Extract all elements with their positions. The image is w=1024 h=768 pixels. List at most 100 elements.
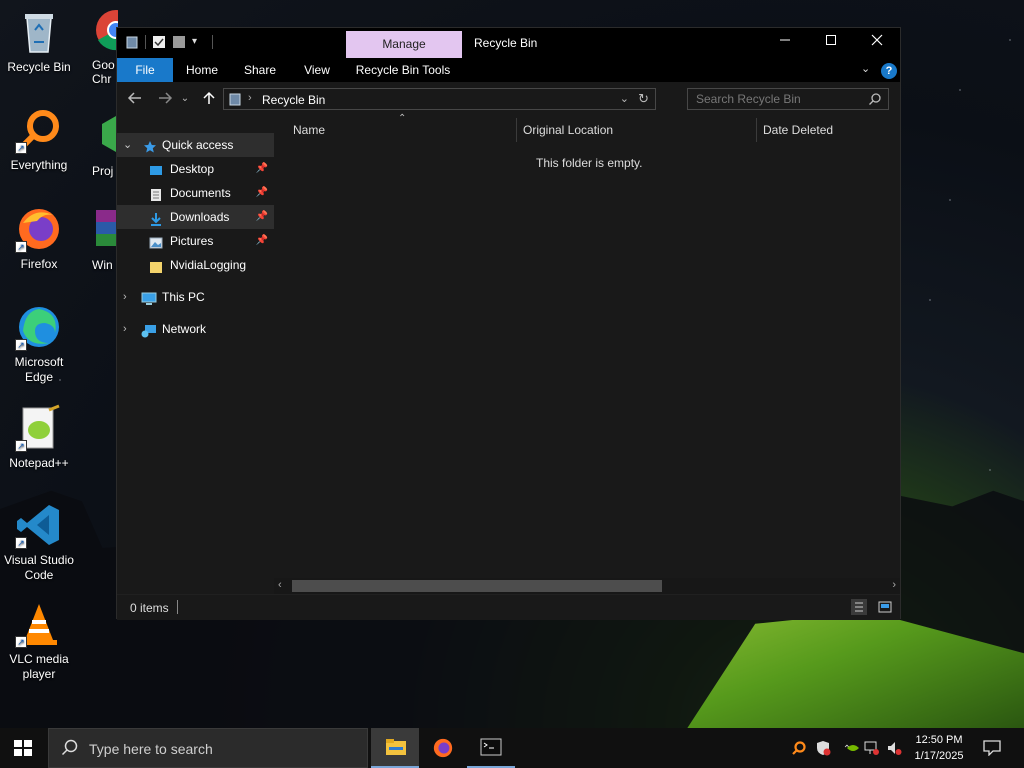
tray-nvidia-icon[interactable] <box>845 740 861 756</box>
desktop-icon-recycle-bin[interactable]: Recycle Bin <box>1 8 77 75</box>
taskbar-app-file-explorer[interactable] <box>371 728 419 768</box>
tab-manage[interactable]: Manage <box>346 31 462 58</box>
chevron-down-icon: ⌄ <box>180 93 190 104</box>
file-list: ⌃ Name Original Location Date Deleted Th… <box>274 113 900 594</box>
customize-qat-icon[interactable]: ▾ <box>192 35 206 49</box>
tab-file[interactable]: File <box>117 58 173 82</box>
status-separator <box>177 600 178 614</box>
chevron-right-icon[interactable]: › <box>123 285 127 309</box>
desktop-icon-notepadpp[interactable]: ↗ Notepad++ <box>1 404 77 471</box>
search-input[interactable] <box>688 89 864 109</box>
item-count: 0 items <box>130 601 169 615</box>
expand-ribbon-icon[interactable]: ⌄ <box>861 62 870 75</box>
help-icon[interactable]: ? <box>881 63 897 79</box>
documents-folder-icon <box>149 186 163 201</box>
scroll-right-icon[interactable]: › <box>892 579 896 591</box>
chevron-right-icon[interactable]: › <box>123 317 127 341</box>
minimize-button[interactable] <box>762 28 808 58</box>
back-button[interactable] <box>125 90 145 108</box>
up-arrow-icon <box>203 91 215 104</box>
desktop-icon-everything[interactable]: ↗ Everything <box>1 106 77 173</box>
nav-pictures[interactable]: Pictures 📌 <box>117 229 274 253</box>
pin-icon: 📌 <box>255 163 268 174</box>
start-button[interactable] <box>14 740 32 759</box>
column-header-original-location[interactable]: Original Location <box>523 116 753 144</box>
new-folder-icon[interactable] <box>172 35 186 49</box>
tab-share[interactable]: Share <box>237 58 283 82</box>
tray-volume-icon[interactable] <box>886 740 902 756</box>
scrollbar-thumb[interactable] <box>292 580 662 592</box>
quick-access-toolbar: ▾ <box>125 35 213 49</box>
nav-desktop[interactable]: Desktop 📌 <box>117 157 274 181</box>
title-bar[interactable]: ▾ Manage Recycle Bin <box>117 28 900 58</box>
desktop-icon-chrome[interactable]: Goo Chr <box>78 6 118 86</box>
shortcut-arrow-icon: ↗ <box>15 339 27 351</box>
taskbar-clock[interactable]: 12:50 PM 1/17/2025 <box>903 732 975 764</box>
tray-security-icon[interactable] <box>815 740 831 756</box>
details-view-button[interactable] <box>851 599 867 615</box>
action-center-icon[interactable] <box>983 740 1001 757</box>
shortcut-arrow-icon: ↗ <box>15 537 27 549</box>
tab-view[interactable]: View <box>295 58 339 82</box>
up-button[interactable] <box>199 90 219 108</box>
desktop-icon-edge[interactable]: ↗ Microsoft Edge <box>1 303 77 385</box>
desktop-folder-icon <box>149 162 163 176</box>
nav-quick-access[interactable]: ⌄ Quick access <box>117 133 274 157</box>
large-icons-view-button[interactable] <box>877 599 893 615</box>
vscode-icon: ↗ <box>15 501 63 549</box>
nav-this-pc[interactable]: › This PC <box>117 285 274 309</box>
taskbar-search[interactable]: Type here to search <box>48 728 368 768</box>
refresh-icon[interactable]: ↻ <box>638 91 649 107</box>
downloads-folder-icon <box>149 210 163 226</box>
tab-home[interactable]: Home <box>179 58 225 82</box>
window-title: Recycle Bin <box>474 36 538 50</box>
explorer-window: ▾ Manage Recycle Bin File Home Share Vie… <box>116 27 901 620</box>
search-icon <box>61 739 79 760</box>
nav-documents[interactable]: Documents 📌 <box>117 181 274 205</box>
nav-downloads[interactable]: Downloads 📌 <box>117 205 274 229</box>
properties-icon[interactable] <box>152 35 166 49</box>
taskbar: Type here to search ⌃ 12:50 PM 1/17/2025 <box>0 728 1024 768</box>
maximize-icon <box>826 35 836 45</box>
close-icon <box>871 34 883 46</box>
chevron-down-icon[interactable]: ⌄ <box>123 133 132 157</box>
clock-time: 12:50 PM <box>915 734 963 746</box>
recent-locations-button[interactable]: ⌄ <box>179 90 191 108</box>
taskbar-app-firefox[interactable] <box>420 728 468 768</box>
scroll-left-icon[interactable]: ‹ <box>278 579 282 591</box>
desktop-icon-firefox[interactable]: ↗ Firefox <box>1 205 77 272</box>
tray-everything-icon[interactable] <box>791 740 807 756</box>
tray-network-icon[interactable] <box>864 740 880 756</box>
search-icon[interactable] <box>868 92 882 109</box>
column-header-name[interactable]: Name <box>293 116 513 144</box>
column-separator[interactable] <box>756 118 757 142</box>
address-bar[interactable]: › Recycle Bin ⌄ ↻ <box>223 88 656 110</box>
pin-icon: 📌 <box>255 235 268 246</box>
horizontal-scrollbar[interactable]: ‹ › <box>274 578 900 594</box>
column-header-date-deleted[interactable]: Date Deleted <box>763 116 893 144</box>
firefox-icon: ↗ <box>15 205 63 253</box>
everything-search-icon: ↗ <box>15 106 63 154</box>
maximize-button[interactable] <box>808 28 854 58</box>
desktop-icon-vlc[interactable]: ↗ VLC media player <box>1 600 77 682</box>
shortcut-arrow-icon: ↗ <box>15 440 27 452</box>
search-box[interactable] <box>687 88 889 110</box>
nav-network[interactable]: › Network <box>117 317 274 341</box>
close-button[interactable] <box>854 28 900 58</box>
desktop-icon-vscode[interactable]: ↗ Visual Studio Code <box>1 501 77 583</box>
tab-recycle-bin-tools[interactable]: Recycle Bin Tools <box>353 58 453 82</box>
star-icon <box>143 138 157 153</box>
column-separator[interactable] <box>516 118 517 142</box>
taskbar-app-terminal[interactable] <box>467 728 515 768</box>
desktop-icon-winrar[interactable]: Win <box>78 206 118 273</box>
navigation-bar: ⌄ › Recycle Bin ⌄ ↻ <box>117 82 900 116</box>
notepadpp-icon: ↗ <box>15 404 63 452</box>
forward-button[interactable] <box>155 90 175 108</box>
address-path: Recycle Bin <box>262 93 326 107</box>
address-dropdown-icon[interactable]: ⌄ <box>620 92 629 105</box>
nav-nvidialogging[interactable]: NvidiaLogging <box>117 253 274 277</box>
minimize-icon <box>780 39 790 41</box>
desktop-icon-project[interactable]: Proj <box>78 112 118 179</box>
breadcrumb-chevron-icon: › <box>248 92 252 104</box>
pin-icon: 📌 <box>255 211 268 222</box>
